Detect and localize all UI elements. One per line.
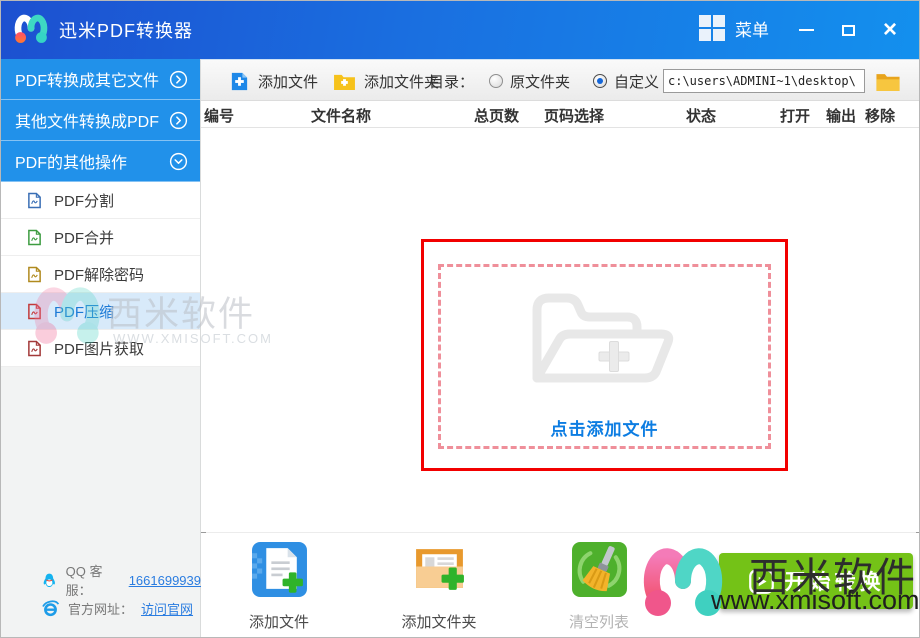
sidebar-category-pdf-to-other[interactable]: PDF转换成其它文件 [1,59,200,100]
category-label: PDF转换成其它文件 [15,67,169,91]
menu-grid-icon [699,15,725,41]
radio-icon [489,74,503,88]
column-header-page-select: 页码选择 [544,105,604,126]
radio-custom-label: 自定义 [614,71,659,92]
pdf-file-icon [27,229,42,246]
app-title: 迅米PDF转换器 [59,17,193,43]
radio-selected-icon [593,74,607,88]
close-button[interactable]: × [869,9,911,51]
add-file-big-icon [251,541,308,598]
visit-site-link[interactable]: 访问官网 [141,599,193,618]
maximize-icon [842,25,855,36]
pdf-file-icon [27,192,42,209]
open-folder-icon [515,282,695,402]
site-label: 官方网址： [68,599,133,618]
divider [201,532,920,533]
start-convert-button[interactable]: 开始转换 [719,553,913,609]
qq-label: QQ 客服： [66,561,121,599]
radio-original-folder[interactable]: 原文件夹 [489,60,570,102]
browse-folder-button[interactable] [873,68,903,94]
bottom-add-folder-label: 添加文件夹 [379,611,499,632]
column-header-remove: 移除 [865,105,895,126]
ie-browser-icon [41,599,60,618]
column-header-pages: 总页数 [474,105,519,126]
file-table-header: 编号 文件名称 总页数 页码选择 状态 打开 输出 移除 [201,101,920,128]
sidebar-item-pdf-compress[interactable]: PDF压缩 [1,293,200,330]
qq-support-row: QQ 客服： 1661699939 [1,566,201,594]
output-path-input[interactable] [663,69,865,93]
sidebar-item-label: PDF解除密码 [54,264,144,285]
start-convert-label: 开始转换 [785,566,885,596]
chevron-right-circle-icon [169,111,188,130]
titlebar: 迅米PDF转换器 菜单 × [1,1,920,59]
menu-button[interactable]: 菜单 [699,15,769,41]
clear-list-label: 清空列表 [539,611,659,632]
add-folder-icon [333,72,356,91]
toolbar: 添加文件 添加文件夹 目录： 原文件夹 自定义 [201,59,920,101]
add-folder-button[interactable]: 添加文件夹 [333,60,439,102]
dropzone-add-files[interactable]: 点击添加文件 [421,239,788,471]
pdf-file-icon [27,303,42,320]
sidebar-item-label: PDF分割 [54,190,114,211]
official-site-row: 官方网址： 访问官网 [1,594,201,622]
play-icon [748,568,775,595]
bottom-add-file-label: 添加文件 [219,611,339,632]
bottom-add-file-button[interactable]: 添加文件 [219,541,339,632]
clear-list-button[interactable]: 清空列表 [539,541,659,632]
minimize-button[interactable] [785,9,827,51]
pdf-file-icon [27,266,42,283]
add-folder-big-icon [411,541,468,598]
sidebar-item-label: PDF压缩 [54,301,114,322]
app-window: 迅米PDF转换器 菜单 × PDF转换成其它文件 其他文件转换成PDF [0,0,920,638]
window-controls: × [785,1,911,59]
category-label: 其他文件转换成PDF [15,108,169,132]
column-header-status: 状态 [686,105,716,126]
add-folder-label: 添加文件夹 [364,71,439,92]
sidebar-item-pdf-extract-images[interactable]: PDF图片获取 [1,330,200,367]
maximize-button[interactable] [827,9,869,51]
column-header-open: 打开 [780,105,810,126]
sidebar: PDF转换成其它文件 其他文件转换成PDF PDF的其他操作 [1,59,201,638]
footer-contact: QQ 客服： 1661699939 官方网址： 访问官网 [1,566,201,622]
chevron-right-circle-icon [169,70,188,89]
minimize-icon [799,29,814,31]
folder-icon [875,71,901,92]
sidebar-category-other-to-pdf[interactable]: 其他文件转换成PDF [1,100,200,141]
add-file-icon [229,71,250,92]
qq-number-link[interactable]: 1661699939 [129,573,201,588]
sidebar-category-pdf-other-ops[interactable]: PDF的其他操作 [1,141,200,182]
sidebar-item-label: PDF图片获取 [54,338,144,359]
chevron-down-circle-icon [169,152,188,171]
sidebar-item-pdf-split[interactable]: PDF分割 [1,182,200,219]
column-header-number: 编号 [204,105,234,126]
menu-label: 菜单 [735,16,769,41]
category-label: PDF的其他操作 [15,149,169,173]
column-header-filename: 文件名称 [311,105,371,126]
output-dir-label: 目录： [429,71,474,92]
sidebar-item-pdf-merge[interactable]: PDF合并 [1,219,200,256]
qq-penguin-icon [41,571,58,590]
add-file-label: 添加文件 [258,71,318,92]
radio-original-label: 原文件夹 [510,71,570,92]
sidebar-item-label: PDF合并 [54,227,114,248]
sidebar-item-pdf-remove-password[interactable]: PDF解除密码 [1,256,200,293]
close-icon: × [883,18,897,42]
add-file-button[interactable]: 添加文件 [229,60,318,102]
pdf-file-icon [27,340,42,357]
bottom-add-folder-button[interactable]: 添加文件夹 [379,541,499,632]
dropzone-label: 点击添加文件 [424,415,785,440]
clear-list-broom-icon [571,541,628,598]
column-header-output: 输出 [826,105,856,126]
radio-custom-folder[interactable]: 自定义 [593,60,659,102]
app-logo-icon [11,10,51,50]
